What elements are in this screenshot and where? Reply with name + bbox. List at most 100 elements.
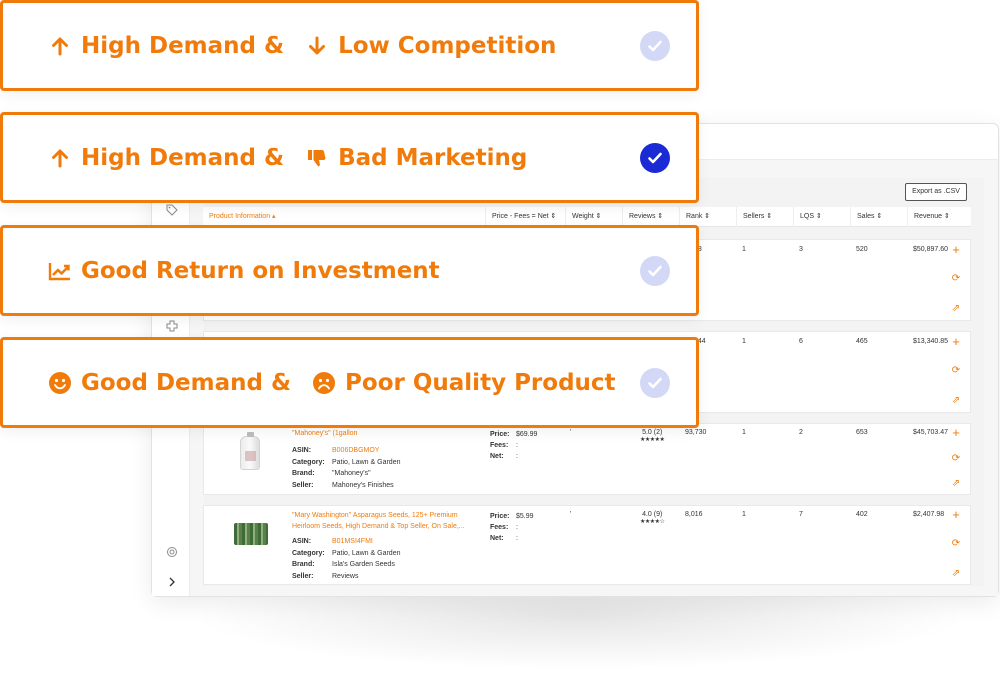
product-details: ASIN: B01MSI4FMI Category: Patio, Lawn & G… — [292, 536, 401, 582]
sales-value: 402 — [856, 511, 868, 518]
card-text-part-1: High Demand & — [81, 32, 285, 59]
feature-card-low-competition[interactable]: High Demand & Low Competition — [0, 0, 699, 91]
frown-icon — [311, 370, 337, 396]
weight-value: ' — [570, 429, 572, 436]
card-text-part-2: Low Competition — [338, 32, 557, 59]
rank-value: 93,730 — [685, 429, 707, 436]
refresh-icon[interactable]: ⟳ — [950, 365, 962, 377]
category-label: Category: — [292, 549, 325, 557]
brand-value: "Mahoney's" — [332, 470, 371, 477]
revenue-value: $45,703.47 — [913, 429, 949, 436]
fees-label: Fees: — [490, 442, 509, 449]
revenue-value: $50,897.60 — [913, 246, 949, 253]
card-text-part-1: Good Demand & — [81, 369, 292, 396]
card-text-part-2: Poor Quality Product — [345, 369, 616, 396]
reviews-value: 4.0 (9) — [642, 511, 663, 518]
lqs-value: 7 — [799, 511, 803, 518]
lqs-value: 3 — [799, 246, 803, 253]
settings-gear-icon[interactable] — [164, 546, 180, 562]
feature-card-roi[interactable]: Good Return on Investment — [0, 225, 699, 316]
sellers-value: 1 — [742, 511, 746, 518]
product-title-link[interactable]: "Mahoney's" (1gallon — [292, 428, 357, 439]
sales-value: 653 — [856, 429, 868, 436]
star-rating: ★★★★★ — [640, 437, 665, 443]
col-sales[interactable]: Sales ⇕ — [850, 207, 907, 227]
col-reviews[interactable]: Reviews ⇕ — [622, 207, 679, 227]
sellers-value: 1 — [742, 338, 746, 345]
seller-value: Mahoney's Finishes — [332, 481, 394, 489]
col-sellers[interactable]: Sellers ⇕ — [736, 207, 793, 227]
reviews-value: 5.0 (2) — [642, 429, 663, 436]
col-revenue[interactable]: Revenue ⇕ — [907, 207, 967, 227]
product-title-line-1: "Mary Washington" Asparagus Seeds, 125+ … — [292, 512, 458, 519]
feature-card-bad-marketing[interactable]: High Demand & Bad Marketing — [0, 112, 699, 203]
card-label: High Demand & Bad Marketing — [47, 115, 527, 200]
add-icon[interactable]: + — [950, 508, 962, 521]
lqs-value: 2 — [799, 429, 803, 436]
card-label: High Demand & Low Competition — [47, 3, 556, 88]
chevron-right-icon[interactable] — [164, 576, 180, 592]
smile-icon — [47, 370, 73, 396]
tag-icon[interactable] — [164, 204, 180, 220]
fees-value: : — [516, 524, 518, 531]
category-value: Patio, Lawn & Garden — [332, 458, 401, 466]
price-fees-net: Price: $69.99 Fees:: Net:: — [490, 429, 537, 462]
sales-value: 465 — [856, 338, 868, 345]
add-icon[interactable]: + — [950, 243, 962, 256]
feature-card-poor-quality[interactable]: Good Demand & Poor Quality Product — [0, 337, 699, 428]
star-rating: ★★★★☆ — [640, 519, 665, 525]
share-icon[interactable]: ⇗ — [950, 478, 962, 490]
asin-label: ASIN: — [292, 447, 312, 454]
refresh-icon[interactable]: ⟳ — [950, 538, 962, 550]
rank-value: 8,016 — [685, 511, 703, 518]
col-price-fees-net[interactable]: Price - Fees = Net ⇕ — [485, 207, 565, 227]
add-icon[interactable]: + — [950, 426, 962, 439]
revenue-value: $2,407.98 — [913, 511, 945, 518]
col-rank[interactable]: Rank ⇕ — [679, 207, 736, 227]
table-header: Product Information ▴ Price - Fees = Net… — [203, 207, 971, 227]
price-fees-net: Price: $5.99 Fees:: Net:: — [490, 511, 534, 544]
refresh-icon[interactable]: ⟳ — [950, 453, 962, 465]
add-icon[interactable]: + — [950, 335, 962, 348]
check-circle-icon[interactable] — [640, 255, 670, 286]
card-text-part-1: Good Return on Investment — [81, 257, 440, 284]
price-value: $69.99 — [516, 431, 538, 438]
net-label: Net: — [490, 535, 504, 542]
card-label: Good Return on Investment — [47, 228, 440, 313]
table-row[interactable]: "Mahoney's" (1gallon ASIN: B006DBGMOY Cat… — [203, 423, 971, 495]
asin-link[interactable]: B01MSI4FMI — [332, 538, 373, 545]
check-circle-icon[interactable] — [640, 367, 670, 398]
seller-value: Reviews — [332, 572, 359, 580]
table-row[interactable]: "Mary Washington" Asparagus Seeds, 125+ … — [203, 505, 971, 585]
refresh-icon[interactable]: ⟳ — [950, 273, 962, 285]
col-weight[interactable]: Weight ⇕ — [565, 207, 622, 227]
asin-link[interactable]: B006DBGMOY — [332, 447, 379, 454]
price-label: Price: — [490, 513, 510, 520]
brand-value: Isla's Garden Seeds — [332, 561, 395, 568]
chart-line-icon — [47, 258, 73, 284]
seller-label: Seller: — [292, 572, 314, 580]
revenue-value: $13,340.85 — [913, 338, 949, 345]
check-circle-icon[interactable] — [640, 30, 670, 61]
arrow-up-icon — [47, 145, 73, 171]
arrow-up-icon — [47, 33, 73, 59]
share-icon[interactable]: ⇗ — [950, 303, 962, 315]
seller-label: Seller: — [292, 481, 314, 489]
card-text-part-2: Bad Marketing — [338, 144, 528, 171]
product-details: ASIN: B006DBGMOY Category: Patio, Lawn & G… — [292, 445, 401, 491]
asin-label: ASIN: — [292, 538, 312, 545]
reviews-cell: 4.0 (9) ★★★★☆ — [640, 511, 665, 525]
share-icon[interactable]: ⇗ — [950, 568, 962, 580]
card-text-part-1: High Demand & — [81, 144, 285, 171]
plus-cross-icon[interactable] — [164, 320, 180, 336]
reviews-cell: 5.0 (2) ★★★★★ — [640, 429, 665, 443]
product-title-link[interactable]: "Mary Washington" Asparagus Seeds, 125+ … — [292, 510, 465, 532]
category-value: Patio, Lawn & Garden — [332, 549, 401, 557]
brand-label: Brand: — [292, 470, 315, 477]
check-circle-icon[interactable] — [640, 142, 670, 173]
col-lqs[interactable]: LQS ⇕ — [793, 207, 850, 227]
net-value: : — [516, 453, 518, 460]
share-icon[interactable]: ⇗ — [950, 395, 962, 407]
export-csv-button[interactable]: Export as .CSV — [905, 183, 967, 201]
col-product-information[interactable]: Product Information ▴ — [203, 207, 485, 227]
